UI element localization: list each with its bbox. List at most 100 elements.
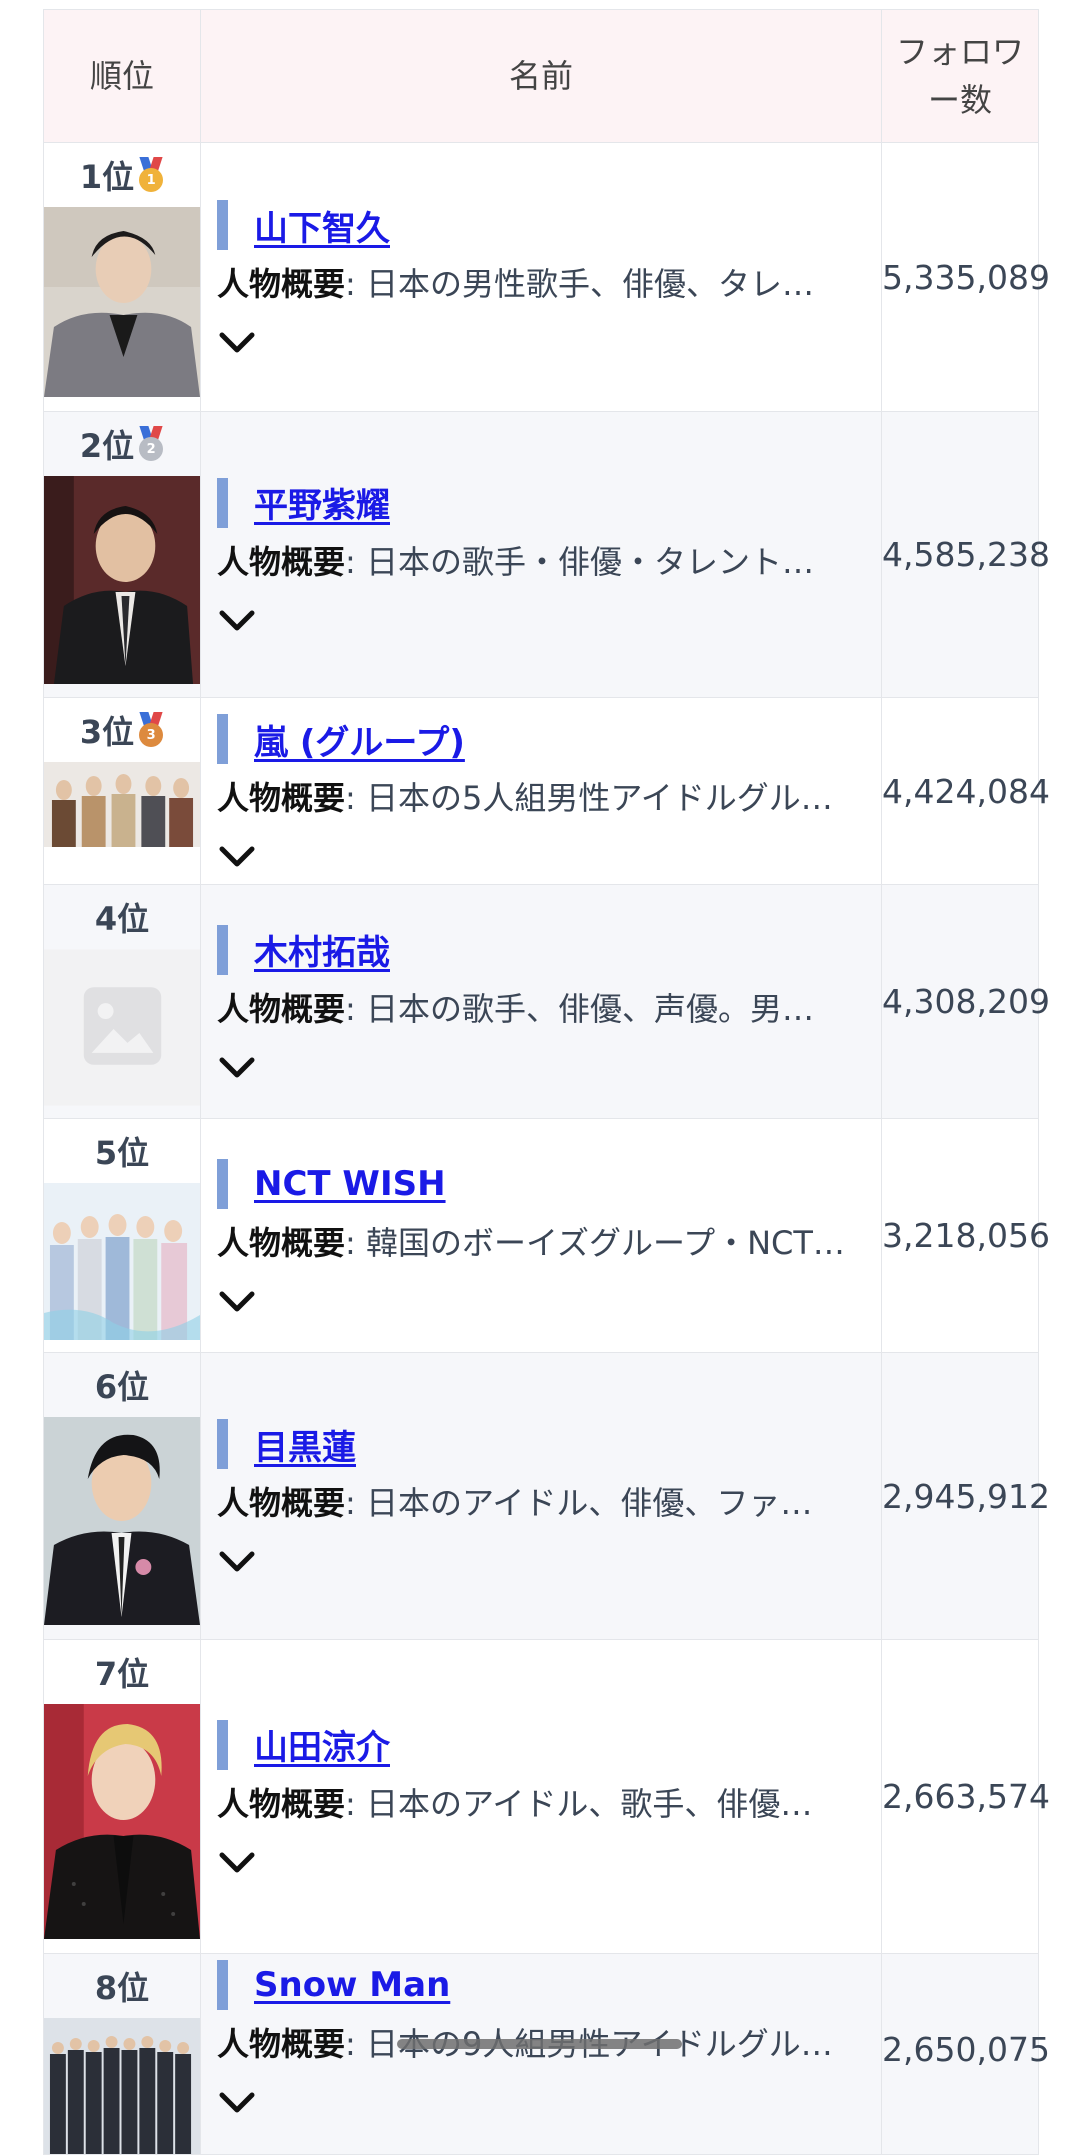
profile-photo[interactable] <box>44 1417 200 1625</box>
follower-count: 3,218,056 <box>881 1118 1050 1353</box>
table-header-row: 順位 名前 フォロワー数 <box>43 9 1039 143</box>
chevron-down-icon[interactable] <box>217 608 257 634</box>
medal-number: 2 <box>139 437 164 461</box>
chevron-down-icon[interactable] <box>217 1289 257 1315</box>
header-rank: 順位 <box>43 9 201 143</box>
follower-count: 4,308,209 <box>881 884 1050 1119</box>
follower-count: 2,663,574 <box>881 1639 1050 1954</box>
name-accent-bar <box>217 714 228 764</box>
summary-value: 日本の5人組男性アイドルグル… <box>365 779 833 817</box>
follower-count: 2,650,075 <box>881 1953 1050 2155</box>
bronze-medal-icon: 3 <box>138 712 164 748</box>
summary-label: 人物概要 <box>217 542 346 581</box>
chevron-down-icon[interactable] <box>217 1850 257 1876</box>
table-row: 4位 木村拓哉 人物概要: 日本の歌手、俳優、声優。男… 4,308,209 <box>43 884 1050 1119</box>
table-row: 5位 NCT WISH 人物概要: 韓国のボーイズグループ・NCT… 3,218… <box>43 1118 1050 1353</box>
rank-label: 7位 <box>44 1640 200 1704</box>
name-row: 嵐 (グループ) <box>217 712 871 766</box>
profile-photo[interactable] <box>44 1183 200 1340</box>
chevron-down-icon[interactable] <box>217 1549 257 1575</box>
follower-count: 4,424,084 <box>881 697 1050 885</box>
summary-label: 人物概要 <box>217 1784 346 1823</box>
name-accent-bar <box>217 477 228 528</box>
rank-label: 6位 <box>44 1353 200 1417</box>
name-row: 目黒蓮 <box>217 1417 871 1471</box>
follower-count: 4,585,238 <box>881 411 1050 698</box>
summary-text: 人物概要: 日本の男性歌手、俳優、タレ… <box>217 265 814 303</box>
table-row: 2位 2 平野紫耀 人物概要: 日本の歌手・俳優・タレント… 4,585,238 <box>43 411 1050 698</box>
scroll-indicator <box>397 2039 682 2049</box>
profile-photo[interactable] <box>44 476 200 684</box>
name-cell: 嵐 (グループ) 人物概要: 日本の5人組男性アイドルグル… <box>200 697 882 885</box>
header-followers-label: フォロワー数 <box>895 33 1024 119</box>
chevron-down-icon[interactable] <box>217 2090 257 2116</box>
rank-label: 3位 3 <box>44 698 200 762</box>
summary-value: 日本の男性歌手、俳優、タレ… <box>365 265 814 303</box>
name-cell: 平野紫耀 人物概要: 日本の歌手・俳優・タレント… <box>200 411 882 698</box>
summary-label: 人物概要 <box>217 2025 346 2063</box>
name-cell: 目黒蓮 人物概要: 日本のアイドル、俳優、ファ… <box>200 1352 882 1640</box>
name-cell: 木村拓哉 人物概要: 日本の歌手、俳優、声優。男… <box>200 884 882 1119</box>
table-row: 7位 山田涼介 人物概要: 日本のアイドル、歌手、俳優… 2,663,574 <box>43 1639 1050 1954</box>
chevron-down-icon[interactable] <box>217 330 257 356</box>
name-row: 山田涼介 <box>217 1718 871 1772</box>
summary-value: 日本の歌手、俳優、声優。男… <box>365 989 814 1028</box>
table-row: 1位 1 山下智久 人物概要: 日本の男性歌手、俳優、タレ… 5,335,089 <box>43 142 1050 412</box>
silver-medal-icon: 2 <box>138 426 164 462</box>
name-row: NCT WISH <box>217 1157 871 1211</box>
medal-number: 1 <box>139 168 164 192</box>
name-link[interactable]: 山田涼介 <box>254 1720 390 1769</box>
name-accent-bar <box>217 924 228 975</box>
summary-label: 人物概要 <box>217 1484 346 1522</box>
name-link[interactable]: 目黒蓮 <box>254 1420 356 1469</box>
name-link[interactable]: 山下智久 <box>254 201 390 250</box>
rank-text: 3位 <box>79 713 135 751</box>
name-row: Snow Man <box>217 1958 871 2012</box>
name-accent-bar <box>217 1158 228 1209</box>
rank-cell: 8位 <box>43 1953 201 2155</box>
header-followers: フォロワー数 <box>881 9 1039 143</box>
name-link[interactable]: 平野紫耀 <box>254 478 390 527</box>
image-placeholder-icon[interactable] <box>44 949 200 1106</box>
summary-text: 人物概要: 韓国のボーイズグループ・NCT… <box>217 1223 845 1262</box>
rank-cell: 4位 <box>43 884 201 1119</box>
summary-value: 韓国のボーイズグループ・NCT… <box>365 1223 845 1262</box>
summary-label: 人物概要 <box>217 265 346 303</box>
name-cell: 山田涼介 人物概要: 日本のアイドル、歌手、俳優… <box>200 1639 882 1954</box>
ranking-table-wrapper: 順位 名前 フォロワー数 1位 1 山下智久 人物概要: 日本の男性歌手、俳優、タ… <box>43 9 1050 2155</box>
name-link[interactable]: 木村拓哉 <box>254 925 390 974</box>
rank-text: 5位 <box>94 1134 150 1172</box>
profile-photo[interactable] <box>44 1704 200 1939</box>
rank-cell: 5位 <box>43 1118 201 1353</box>
profile-photo[interactable] <box>44 207 200 397</box>
name-row: 木村拓哉 <box>217 923 871 977</box>
rank-label: 1位 1 <box>44 143 200 207</box>
rank-cell: 6位 <box>43 1352 201 1640</box>
follower-count: 5,335,089 <box>881 142 1050 412</box>
name-link[interactable]: 嵐 (グループ) <box>254 715 465 764</box>
rank-text: 1位 <box>79 158 135 196</box>
table-row: 3位 3 嵐 (グループ) 人物概要: 日本の5人組男性アイドルグル… 4,424… <box>43 697 1050 885</box>
follower-ranking-table: 順位 名前 フォロワー数 1位 1 山下智久 人物概要: 日本の男性歌手、俳優、タ… <box>43 9 1050 2155</box>
follower-count: 2,945,912 <box>881 1352 1050 1640</box>
chevron-down-icon[interactable] <box>217 844 257 870</box>
table-row: 6位 目黒蓮 人物概要: 日本のアイドル、俳優、ファ… 2,945,912 <box>43 1352 1050 1640</box>
rank-label: 8位 <box>44 1954 200 2018</box>
summary-value: 日本のアイドル、俳優、ファ… <box>365 1484 813 1522</box>
rank-label: 2位 2 <box>44 412 200 476</box>
name-link[interactable]: NCT WISH <box>254 1164 446 1204</box>
name-cell: NCT WISH 人物概要: 韓国のボーイズグループ・NCT… <box>200 1118 882 1353</box>
name-link[interactable]: Snow Man <box>254 1965 450 2005</box>
profile-photo[interactable] <box>44 762 200 847</box>
profile-photo[interactable] <box>44 2018 200 2154</box>
chevron-down-icon[interactable] <box>217 1055 257 1081</box>
gold-medal-icon: 1 <box>138 157 164 193</box>
summary-value: 日本の歌手・俳優・タレント… <box>365 542 814 581</box>
summary-text: 人物概要: 日本のアイドル、歌手、俳優… <box>217 1784 813 1823</box>
rank-text: 6位 <box>94 1368 150 1406</box>
summary-text: 人物概要: 日本の歌手、俳優、声優。男… <box>217 989 814 1028</box>
rank-text: 7位 <box>94 1655 150 1693</box>
name-accent-bar <box>217 1419 228 1469</box>
rank-text: 4位 <box>94 900 150 938</box>
name-row: 山下智久 <box>217 198 871 252</box>
